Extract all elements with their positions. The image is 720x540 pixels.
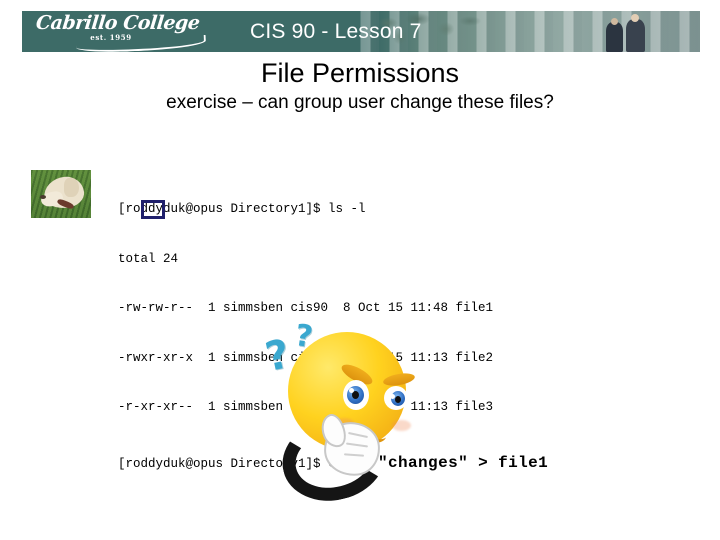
- person-head-right: [631, 14, 639, 22]
- emoji-brow-right: [382, 371, 416, 388]
- header-banner: Cabrillo College est. 1959 CIS 90 - Less…: [22, 11, 700, 54]
- group-permission-highlight-box: [141, 200, 165, 219]
- emoji-glint-right: [390, 394, 395, 399]
- terminal-line-file1: -rw-rw-r-- 1 simmsben cis90 8 Oct 15 11:…: [118, 301, 494, 315]
- person-head-left: [611, 18, 618, 25]
- terminal-line-command-ls: [roddyduk@opus Directory1]$ ls -l: [118, 202, 366, 216]
- course-lesson-title: CIS 90 - Lesson 7: [250, 20, 422, 43]
- page-subtitle: exercise – can group user change these f…: [166, 92, 554, 113]
- emoji-glint-left: [349, 388, 354, 393]
- dog-nose: [40, 195, 46, 199]
- person-silhouette-left: [606, 22, 623, 52]
- dog-photo: [31, 170, 91, 218]
- thinking-face-emoji: ? ?: [261, 318, 416, 512]
- emoji-pupil-right: [395, 396, 401, 403]
- logo-wordmark: Cabrillo College: [34, 12, 201, 34]
- emoji-eye-left: [343, 380, 369, 410]
- question-mark-large-icon: ?: [261, 331, 294, 381]
- terminal-line-total: total 24: [118, 251, 179, 266]
- banner-photo-people: [600, 14, 670, 52]
- cabrillo-college-logo: Cabrillo College est. 1959: [34, 12, 216, 54]
- emoji-eye-right: [384, 386, 408, 410]
- emoji-cheek-right: [392, 420, 411, 431]
- page-title: File Permissions: [260, 58, 460, 88]
- dog-ear: [64, 178, 79, 197]
- person-silhouette-right: [626, 19, 645, 52]
